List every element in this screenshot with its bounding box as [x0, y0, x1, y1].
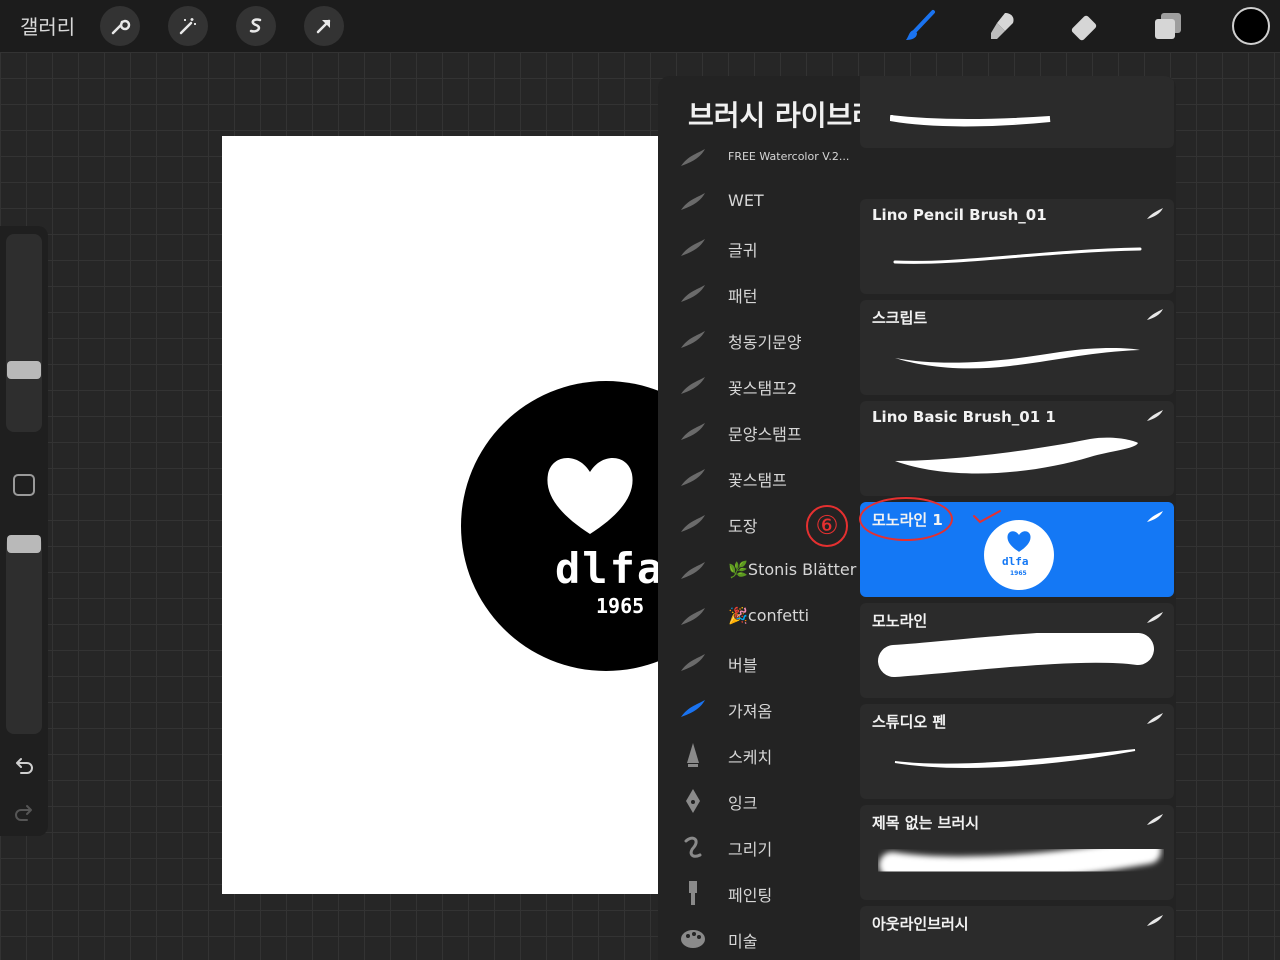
brush-stroke-icon	[681, 285, 705, 302]
brush-card[interactable]: Lino Basic Brush_01 1	[860, 401, 1174, 496]
stamp-preview: dlfa 1965	[984, 520, 1054, 590]
top-toolbar: 갤러리	[0, 0, 1280, 52]
brush-size-thumb[interactable]	[7, 361, 41, 379]
category-item[interactable]: 버블	[658, 643, 858, 683]
drawing-canvas[interactable]: dlfa 1965	[222, 136, 658, 894]
drawing-squiggle-icon	[684, 836, 702, 858]
logo-year: 1965	[596, 594, 645, 618]
transform-arrow-icon[interactable]	[304, 6, 344, 46]
category-item[interactable]: 꽃스탬프2	[658, 366, 858, 406]
category-item[interactable]: FREE Watercolor V.2...	[658, 138, 858, 178]
brush-stroke-icon	[1147, 309, 1163, 320]
category-item[interactable]: 글귀	[658, 228, 858, 268]
heart-icon	[547, 457, 633, 534]
category-item[interactable]: 🎉confetti	[658, 597, 858, 637]
pencil-icon	[687, 743, 699, 767]
brush-stroke-icon	[1147, 410, 1163, 421]
category-item[interactable]: 청동기문양	[658, 320, 858, 360]
brush-stroke-icon	[681, 608, 705, 625]
brush-stroke-icon	[681, 377, 705, 394]
category-item[interactable]: 잉크	[658, 781, 858, 821]
gallery-button[interactable]: 갤러리	[20, 11, 75, 40]
brush-stroke-icon	[1147, 208, 1163, 219]
eraser-icon[interactable]	[1064, 6, 1104, 46]
brush-stroke-icon	[1147, 713, 1163, 724]
brush-stroke-icon	[681, 469, 705, 486]
brush-stroke-icon	[1147, 814, 1163, 825]
brush-stroke-icon	[681, 423, 705, 440]
brush-stroke-preview	[893, 247, 1142, 264]
opacity-slider[interactable]	[6, 536, 42, 734]
brush-stroke-icon	[681, 149, 705, 166]
brush-stroke-icon	[681, 654, 705, 671]
brush-stroke-icon	[681, 239, 705, 256]
category-item[interactable]: WET	[658, 182, 858, 222]
brush-stroke-preview	[890, 115, 1051, 127]
category-item[interactable]: 🌿Stonis Blätter	[658, 551, 858, 591]
brush-card[interactable]: 스크립트	[860, 300, 1174, 395]
brush-card[interactable]	[860, 76, 1174, 148]
category-item[interactable]: 문양스탬프	[658, 412, 858, 452]
brush-stroke-preview	[895, 348, 1140, 369]
palette-icon	[681, 930, 705, 948]
wrench-icon[interactable]	[100, 6, 140, 46]
selection-icon[interactable]	[236, 6, 276, 46]
category-item[interactable]: 그리기	[658, 827, 858, 867]
step-number-annotation: ⑥	[806, 505, 848, 547]
brush-stroke-icon	[681, 562, 705, 579]
magic-wand-icon[interactable]	[168, 6, 208, 46]
brush-stroke-preview	[895, 437, 1138, 474]
undo-icon[interactable]	[12, 754, 36, 778]
modify-button[interactable]	[13, 474, 35, 496]
brush-card[interactable]: 아웃라인브러시	[860, 906, 1174, 960]
color-picker-button[interactable]	[1232, 7, 1270, 45]
brush-card[interactable]: 모노라인	[860, 603, 1174, 698]
category-item-active[interactable]: 가져옴	[658, 689, 858, 729]
paint-brush-icon	[689, 881, 697, 905]
brush-stroke-icon	[1147, 612, 1163, 623]
brush-stroke-preview	[894, 749, 1136, 768]
brush-card[interactable]: Lino Pencil Brush_01	[860, 199, 1174, 294]
opacity-thumb[interactable]	[7, 535, 41, 553]
brush-stroke-icon	[1147, 915, 1163, 926]
brush-stroke-icon	[681, 193, 705, 210]
brush-icon[interactable]	[900, 6, 940, 46]
checkmark-icon	[973, 510, 1001, 524]
smudge-icon[interactable]	[982, 6, 1022, 46]
logo-text: dlfa	[555, 544, 658, 593]
layers-icon[interactable]	[1148, 6, 1188, 46]
highlight-oval-annotation	[859, 497, 953, 541]
brush-stroke-preview	[890, 936, 1160, 960]
heart-icon	[1007, 531, 1031, 552]
category-item[interactable]: 꽃스탬프	[658, 458, 858, 498]
brush-card[interactable]: 스튜디오 펜	[860, 704, 1174, 799]
category-item[interactable]: 미술	[658, 919, 858, 959]
category-item[interactable]: 스케치	[658, 735, 858, 775]
brush-size-slider[interactable]	[6, 234, 42, 432]
brush-stroke-icon	[681, 331, 705, 348]
category-item[interactable]: 패턴	[658, 274, 858, 314]
brush-card[interactable]: 제목 없는 브러시	[860, 805, 1174, 900]
brush-stroke-icon	[1147, 511, 1163, 522]
brush-stroke-preview	[878, 633, 1154, 677]
brush-stroke-preview	[879, 838, 1161, 883]
left-sidebar	[0, 226, 48, 836]
brush-stroke-icon	[681, 700, 705, 717]
brush-stroke-icon	[681, 515, 705, 532]
redo-icon[interactable]	[12, 801, 36, 825]
category-item[interactable]: 페인팅	[658, 873, 858, 913]
ink-pen-icon	[686, 789, 700, 813]
